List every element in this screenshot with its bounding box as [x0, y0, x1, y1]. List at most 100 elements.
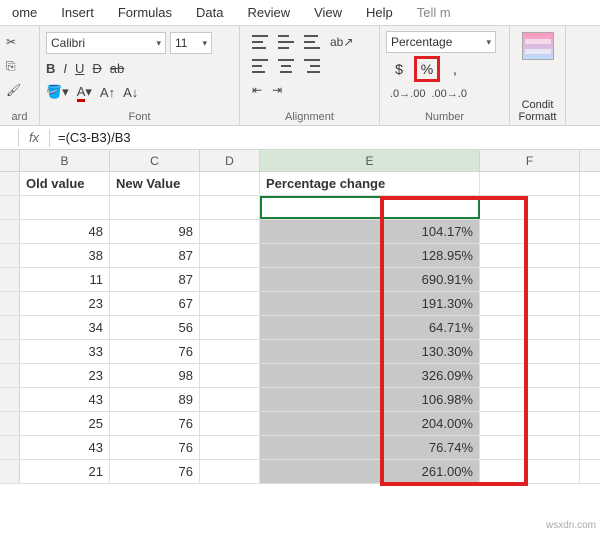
decrease-font-button[interactable]: A↓ — [123, 85, 138, 100]
cell[interactable] — [200, 172, 260, 195]
bold-button[interactable]: B — [46, 61, 55, 76]
cell-old[interactable]: 34 — [20, 316, 110, 339]
cell-pct[interactable]: 76.74% — [260, 436, 480, 459]
cell-new[interactable]: 98 — [110, 220, 200, 243]
tab-review[interactable]: Review — [235, 0, 302, 25]
cell[interactable] — [200, 436, 260, 459]
increase-font-button[interactable]: A↑ — [100, 85, 115, 100]
double-underline-button[interactable]: D — [92, 61, 101, 76]
cell-new[interactable]: 87 — [110, 244, 200, 267]
cell-pct[interactable]: 690.91% — [260, 268, 480, 291]
strikethrough-button[interactable]: ab — [110, 61, 124, 76]
cell[interactable] — [480, 268, 580, 291]
orientation-button[interactable]: ab↗ — [330, 35, 353, 49]
tab-help[interactable]: Help — [354, 0, 405, 25]
font-name-select[interactable]: Calibri▾ — [46, 32, 166, 54]
cell-pct[interactable]: 106.98% — [260, 388, 480, 411]
copy-icon[interactable]: ⎘ — [6, 59, 16, 74]
cell[interactable] — [200, 244, 260, 267]
fx-icon[interactable]: fx — [19, 130, 49, 145]
cell[interactable] — [200, 460, 260, 483]
increase-indent-button[interactable]: ⇥ — [272, 83, 282, 97]
cell[interactable] — [480, 244, 580, 267]
align-right-icon[interactable] — [304, 59, 320, 73]
cell-new[interactable]: 76 — [110, 460, 200, 483]
cell-new[interactable]: 98 — [110, 364, 200, 387]
tab-formulas[interactable]: Formulas — [106, 0, 184, 25]
decrease-decimal-button[interactable]: .00→.0 — [431, 88, 466, 100]
comma-format-button[interactable]: , — [442, 56, 468, 82]
tab-insert[interactable]: Insert — [49, 0, 106, 25]
cell-pct[interactable]: 64.71% — [260, 316, 480, 339]
cell[interactable] — [200, 292, 260, 315]
col-header-b[interactable]: B — [20, 150, 110, 171]
format-painter-icon[interactable]: 🖌 — [6, 83, 21, 97]
cell[interactable] — [200, 340, 260, 363]
cell[interactable] — [480, 460, 580, 483]
cell-pct[interactable]: 128.95% — [260, 244, 480, 267]
font-size-select[interactable]: 11▾ — [170, 32, 212, 54]
cut-icon[interactable]: ✂ — [6, 35, 16, 49]
conditional-formatting-icon[interactable] — [522, 32, 554, 60]
cell-new[interactable]: 76 — [110, 340, 200, 363]
italic-button[interactable]: I — [63, 61, 67, 76]
cell[interactable] — [480, 340, 580, 363]
cell-old[interactable]: 38 — [20, 244, 110, 267]
cell-old[interactable]: 33 — [20, 340, 110, 363]
cell-pct[interactable]: 204.00% — [260, 412, 480, 435]
header-new-value[interactable]: New Value — [110, 172, 200, 195]
col-header-d[interactable]: D — [200, 150, 260, 171]
tab-data[interactable]: Data — [184, 0, 235, 25]
cell[interactable] — [480, 364, 580, 387]
cell[interactable] — [200, 316, 260, 339]
accounting-format-button[interactable]: $ — [386, 56, 412, 82]
cell-old[interactable]: 23 — [20, 364, 110, 387]
tab-home[interactable]: ome — [0, 0, 49, 25]
cell-pct[interactable]: 104.17% — [260, 220, 480, 243]
cell-old[interactable]: 43 — [20, 436, 110, 459]
cell[interactable] — [480, 220, 580, 243]
formula-input[interactable]: =(C3-B3)/B3 — [50, 130, 600, 145]
align-left-icon[interactable] — [252, 59, 268, 73]
underline-button[interactable]: U — [75, 61, 84, 76]
cell-old[interactable]: 48 — [20, 220, 110, 243]
cell[interactable] — [480, 292, 580, 315]
cell-new[interactable]: 76 — [110, 436, 200, 459]
cell[interactable] — [200, 268, 260, 291]
fill-color-button[interactable]: 🪣▾ — [46, 84, 69, 100]
cell[interactable] — [200, 388, 260, 411]
cell[interactable] — [480, 172, 580, 195]
cell-new[interactable]: 76 — [110, 412, 200, 435]
cell[interactable] — [200, 364, 260, 387]
percent-format-button[interactable]: % — [414, 56, 440, 82]
cell[interactable] — [200, 412, 260, 435]
align-middle-icon[interactable] — [278, 35, 294, 49]
col-header-c[interactable]: C — [110, 150, 200, 171]
cell[interactable] — [480, 316, 580, 339]
cell-old[interactable]: 23 — [20, 292, 110, 315]
cell-old[interactable]: 21 — [20, 460, 110, 483]
cell[interactable] — [200, 220, 260, 243]
cell-pct[interactable]: 326.09% — [260, 364, 480, 387]
cell-pct[interactable]: 191.30% — [260, 292, 480, 315]
cell-new[interactable]: 67 — [110, 292, 200, 315]
cell-new[interactable]: 89 — [110, 388, 200, 411]
cell-new[interactable]: 87 — [110, 268, 200, 291]
cell[interactable] — [480, 436, 580, 459]
align-bottom-icon[interactable] — [304, 35, 320, 49]
decrease-indent-button[interactable]: ⇤ — [252, 83, 262, 97]
tell-me[interactable]: Tell m — [405, 0, 463, 25]
align-center-icon[interactable] — [278, 59, 294, 73]
cell[interactable] — [480, 388, 580, 411]
align-top-icon[interactable] — [252, 35, 268, 49]
col-header-f[interactable]: F — [480, 150, 580, 171]
cell-old[interactable]: 25 — [20, 412, 110, 435]
increase-decimal-button[interactable]: .0→.00 — [390, 88, 425, 100]
cell-old[interactable]: 43 — [20, 388, 110, 411]
cell-pct[interactable]: 130.30% — [260, 340, 480, 363]
header-old-value[interactable]: Old value — [20, 172, 110, 195]
tab-view[interactable]: View — [302, 0, 354, 25]
col-header-e[interactable]: E — [260, 150, 480, 171]
header-percentage-change[interactable]: Percentage change — [260, 172, 480, 195]
cell[interactable] — [480, 412, 580, 435]
